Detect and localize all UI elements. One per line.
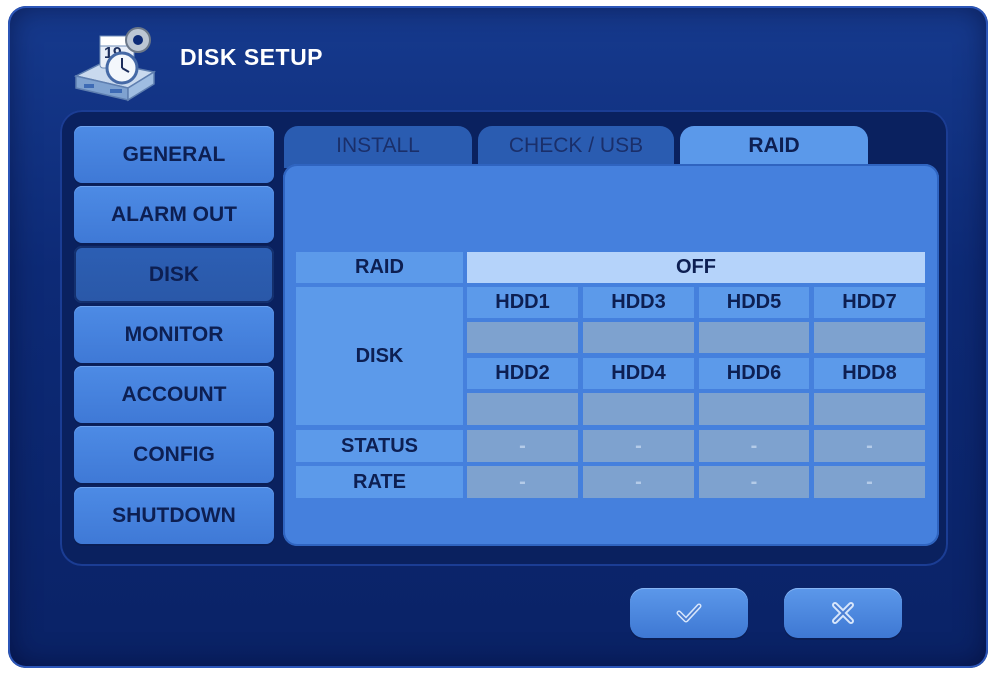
tab-label: INSTALL <box>336 134 420 157</box>
checkmark-icon <box>676 603 702 623</box>
sidebar-item-label: DISK <box>148 262 200 286</box>
hdd1-slot[interactable] <box>467 322 578 353</box>
sidebar-item-label: GENERAL <box>122 142 226 166</box>
sidebar-item-label: SHUTDOWN <box>112 503 236 527</box>
hdd6-slot[interactable] <box>699 393 809 425</box>
rate-value: - <box>699 466 809 498</box>
rate-value: - <box>814 466 925 498</box>
sidebar-item-general[interactable]: GENERAL <box>74 126 274 183</box>
status-value: - <box>467 430 578 462</box>
hdd7-label: HDD7 <box>814 287 925 318</box>
tab-label: CHECK / USB <box>508 134 644 157</box>
status-value: - <box>814 430 925 462</box>
sidebar-item-monitor[interactable]: MONITOR <box>74 306 274 363</box>
sidebar-item-alarm-out[interactable]: ALARM OUT <box>74 186 274 243</box>
hdd5-label: HDD5 <box>699 287 809 318</box>
hdd8-label: HDD8 <box>814 358 925 389</box>
disk-label: DISK <box>296 287 463 425</box>
sidebar-item-config[interactable]: CONFIG <box>74 426 274 483</box>
raid-value[interactable]: OFF <box>467 252 925 283</box>
sidebar-item-label: ALARM OUT <box>111 202 237 226</box>
sidebar-item-label: ACCOUNT <box>121 382 227 406</box>
cancel-button[interactable] <box>784 588 902 638</box>
hdd2-slot[interactable] <box>467 393 578 425</box>
sidebar-item-shutdown[interactable]: SHUTDOWN <box>74 487 274 544</box>
hdd5-slot[interactable] <box>699 322 809 353</box>
hdd7-slot[interactable] <box>814 322 925 353</box>
hdd3-slot[interactable] <box>583 322 694 353</box>
window-title: DISK SETUP <box>180 44 324 70</box>
rate-value: - <box>467 466 578 498</box>
tab-install[interactable]: INSTALL <box>284 126 472 168</box>
rate-label: RATE <box>296 466 463 498</box>
hdd6-label: HDD6 <box>699 358 809 389</box>
close-icon <box>832 602 854 624</box>
tab-label: RAID <box>748 134 800 157</box>
hdd3-label: HDD3 <box>583 287 694 318</box>
hdd8-slot[interactable] <box>814 393 925 425</box>
sidebar-item-label: MONITOR <box>124 322 224 346</box>
sidebar-item-disk[interactable]: DISK <box>74 246 274 303</box>
sidebar-item-label: CONFIG <box>133 442 215 466</box>
hdd1-label: HDD1 <box>467 287 578 318</box>
raid-label: RAID <box>296 252 463 283</box>
disk-setup-icon: 19 <box>73 27 157 102</box>
ok-button[interactable] <box>630 588 748 638</box>
hdd4-slot[interactable] <box>583 393 694 425</box>
tab-check-usb[interactable]: CHECK / USB <box>478 126 674 168</box>
status-label: STATUS <box>296 430 463 462</box>
hdd4-label: HDD4 <box>583 358 694 389</box>
hdd2-label: HDD2 <box>467 358 578 389</box>
sidebar-item-account[interactable]: ACCOUNT <box>74 366 274 423</box>
rate-value: - <box>583 466 694 498</box>
status-value: - <box>583 430 694 462</box>
status-value: - <box>699 430 809 462</box>
